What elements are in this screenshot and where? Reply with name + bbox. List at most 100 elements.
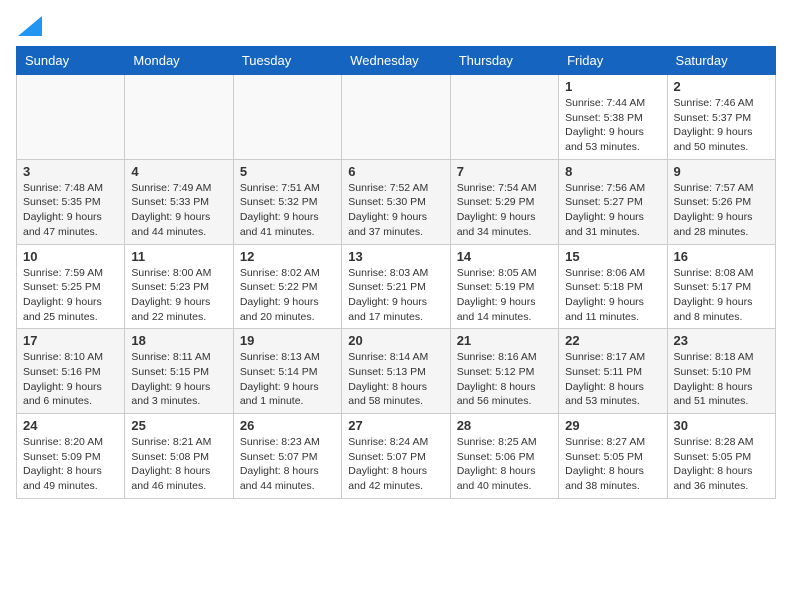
calendar-table: SundayMondayTuesdayWednesdayThursdayFrid… — [16, 46, 776, 499]
day-info: Sunrise: 8:28 AM Sunset: 5:05 PM Dayligh… — [674, 435, 769, 494]
col-header-saturday: Saturday — [667, 47, 775, 75]
day-number: 15 — [565, 249, 660, 264]
calendar-cell — [233, 75, 341, 160]
day-number: 16 — [674, 249, 769, 264]
day-info: Sunrise: 7:56 AM Sunset: 5:27 PM Dayligh… — [565, 181, 660, 240]
calendar-cell: 23 Sunrise: 8:18 AM Sunset: 5:10 PM Dayli… — [667, 329, 775, 414]
col-header-tuesday: Tuesday — [233, 47, 341, 75]
day-info: Sunrise: 8:17 AM Sunset: 5:11 PM Dayligh… — [565, 350, 660, 409]
day-number: 1 — [565, 79, 660, 94]
day-number: 27 — [348, 418, 443, 433]
day-info: Sunrise: 8:11 AM Sunset: 5:15 PM Dayligh… — [131, 350, 226, 409]
calendar-cell: 24 Sunrise: 8:20 AM Sunset: 5:09 PM Dayli… — [17, 414, 125, 499]
logo-icon — [18, 16, 42, 36]
day-info: Sunrise: 8:06 AM Sunset: 5:18 PM Dayligh… — [565, 266, 660, 325]
day-info: Sunrise: 8:27 AM Sunset: 5:05 PM Dayligh… — [565, 435, 660, 494]
calendar-cell: 6 Sunrise: 7:52 AM Sunset: 5:30 PM Daylig… — [342, 159, 450, 244]
calendar-cell: 10 Sunrise: 7:59 AM Sunset: 5:25 PM Dayli… — [17, 244, 125, 329]
day-number: 24 — [23, 418, 118, 433]
calendar-cell: 22Sunrise: 8:17 AM Sunset: 5:11 PM Dayli… — [559, 329, 667, 414]
calendar-cell — [125, 75, 233, 160]
calendar-cell: 28 Sunrise: 8:25 AM Sunset: 5:06 PM Dayli… — [450, 414, 558, 499]
calendar-cell: 19 Sunrise: 8:13 AM Sunset: 5:14 PM Dayli… — [233, 329, 341, 414]
calendar-cell: 5Sunrise: 7:51 AM Sunset: 5:32 PM Daylig… — [233, 159, 341, 244]
day-number: 25 — [131, 418, 226, 433]
day-number: 20 — [348, 333, 443, 348]
day-info: Sunrise: 8:03 AM Sunset: 5:21 PM Dayligh… — [348, 266, 443, 325]
col-header-sunday: Sunday — [17, 47, 125, 75]
day-info: Sunrise: 8:20 AM Sunset: 5:09 PM Dayligh… — [23, 435, 118, 494]
day-number: 19 — [240, 333, 335, 348]
calendar-cell: 15 Sunrise: 8:06 AM Sunset: 5:18 PM Dayli… — [559, 244, 667, 329]
day-info: Sunrise: 8:08 AM Sunset: 5:17 PM Dayligh… — [674, 266, 769, 325]
day-info: Sunrise: 8:21 AM Sunset: 5:08 PM Dayligh… — [131, 435, 226, 494]
calendar-header-row: SundayMondayTuesdayWednesdayThursdayFrid… — [17, 47, 776, 75]
day-number: 2 — [674, 79, 769, 94]
day-number: 9 — [674, 164, 769, 179]
day-info: Sunrise: 8:25 AM Sunset: 5:06 PM Dayligh… — [457, 435, 552, 494]
day-info: Sunrise: 8:10 AM Sunset: 5:16 PM Dayligh… — [23, 350, 118, 409]
day-info: Sunrise: 8:00 AM Sunset: 5:23 PM Dayligh… — [131, 266, 226, 325]
calendar-cell — [450, 75, 558, 160]
day-info: Sunrise: 8:23 AM Sunset: 5:07 PM Dayligh… — [240, 435, 335, 494]
calendar-cell: 17Sunrise: 8:10 AM Sunset: 5:16 PM Dayli… — [17, 329, 125, 414]
day-number: 12 — [240, 249, 335, 264]
calendar-cell: 26 Sunrise: 8:23 AM Sunset: 5:07 PM Dayli… — [233, 414, 341, 499]
day-number: 3 — [23, 164, 118, 179]
day-info: Sunrise: 7:57 AM Sunset: 5:26 PM Dayligh… — [674, 181, 769, 240]
calendar-cell: 18 Sunrise: 8:11 AM Sunset: 5:15 PM Dayli… — [125, 329, 233, 414]
day-info: Sunrise: 8:02 AM Sunset: 5:22 PM Dayligh… — [240, 266, 335, 325]
day-number: 13 — [348, 249, 443, 264]
calendar-cell: 16 Sunrise: 8:08 AM Sunset: 5:17 PM Dayli… — [667, 244, 775, 329]
calendar-cell: 21 Sunrise: 8:16 AM Sunset: 5:12 PM Dayli… — [450, 329, 558, 414]
calendar-cell: 3 Sunrise: 7:48 AM Sunset: 5:35 PM Daylig… — [17, 159, 125, 244]
calendar-cell: 9 Sunrise: 7:57 AM Sunset: 5:26 PM Daylig… — [667, 159, 775, 244]
calendar-cell: 2 Sunrise: 7:46 AM Sunset: 5:37 PM Daylig… — [667, 75, 775, 160]
day-info: Sunrise: 8:14 AM Sunset: 5:13 PM Dayligh… — [348, 350, 443, 409]
day-number: 28 — [457, 418, 552, 433]
day-info: Sunrise: 8:13 AM Sunset: 5:14 PM Dayligh… — [240, 350, 335, 409]
day-number: 18 — [131, 333, 226, 348]
calendar-week-1: 3 Sunrise: 7:48 AM Sunset: 5:35 PM Daylig… — [17, 159, 776, 244]
day-number: 7 — [457, 164, 552, 179]
day-number: 14 — [457, 249, 552, 264]
day-number: 30 — [674, 418, 769, 433]
day-number: 21 — [457, 333, 552, 348]
day-info: Sunrise: 7:51 AM Sunset: 5:32 PM Dayligh… — [240, 181, 335, 240]
calendar-cell — [17, 75, 125, 160]
day-number: 23 — [674, 333, 769, 348]
day-number: 26 — [240, 418, 335, 433]
calendar-cell: 8 Sunrise: 7:56 AM Sunset: 5:27 PM Daylig… — [559, 159, 667, 244]
day-number: 10 — [23, 249, 118, 264]
calendar-week-0: 1 Sunrise: 7:44 AM Sunset: 5:38 PM Daylig… — [17, 75, 776, 160]
day-number: 4 — [131, 164, 226, 179]
day-number: 8 — [565, 164, 660, 179]
day-number: 6 — [348, 164, 443, 179]
day-info: Sunrise: 7:48 AM Sunset: 5:35 PM Dayligh… — [23, 181, 118, 240]
calendar-cell: 20 Sunrise: 8:14 AM Sunset: 5:13 PM Dayli… — [342, 329, 450, 414]
calendar-cell: 12 Sunrise: 8:02 AM Sunset: 5:22 PM Dayli… — [233, 244, 341, 329]
day-info: Sunrise: 7:49 AM Sunset: 5:33 PM Dayligh… — [131, 181, 226, 240]
day-info: Sunrise: 8:18 AM Sunset: 5:10 PM Dayligh… — [674, 350, 769, 409]
calendar-week-4: 24 Sunrise: 8:20 AM Sunset: 5:09 PM Dayli… — [17, 414, 776, 499]
day-info: Sunrise: 8:05 AM Sunset: 5:19 PM Dayligh… — [457, 266, 552, 325]
calendar-week-2: 10 Sunrise: 7:59 AM Sunset: 5:25 PM Dayli… — [17, 244, 776, 329]
day-info: Sunrise: 7:59 AM Sunset: 5:25 PM Dayligh… — [23, 266, 118, 325]
day-number: 29 — [565, 418, 660, 433]
day-info: Sunrise: 7:54 AM Sunset: 5:29 PM Dayligh… — [457, 181, 552, 240]
calendar-cell: 14 Sunrise: 8:05 AM Sunset: 5:19 PM Dayli… — [450, 244, 558, 329]
day-info: Sunrise: 7:44 AM Sunset: 5:38 PM Dayligh… — [565, 96, 660, 155]
col-header-monday: Monday — [125, 47, 233, 75]
col-header-friday: Friday — [559, 47, 667, 75]
day-info: Sunrise: 7:46 AM Sunset: 5:37 PM Dayligh… — [674, 96, 769, 155]
day-info: Sunrise: 8:24 AM Sunset: 5:07 PM Dayligh… — [348, 435, 443, 494]
day-info: Sunrise: 7:52 AM Sunset: 5:30 PM Dayligh… — [348, 181, 443, 240]
day-info: Sunrise: 8:16 AM Sunset: 5:12 PM Dayligh… — [457, 350, 552, 409]
page-header — [16, 16, 776, 36]
calendar-cell: 25 Sunrise: 8:21 AM Sunset: 5:08 PM Dayli… — [125, 414, 233, 499]
calendar-cell: 29 Sunrise: 8:27 AM Sunset: 5:05 PM Dayli… — [559, 414, 667, 499]
col-header-thursday: Thursday — [450, 47, 558, 75]
calendar-cell: 30 Sunrise: 8:28 AM Sunset: 5:05 PM Dayli… — [667, 414, 775, 499]
calendar-cell: 4 Sunrise: 7:49 AM Sunset: 5:33 PM Daylig… — [125, 159, 233, 244]
calendar-cell: 11Sunrise: 8:00 AM Sunset: 5:23 PM Dayli… — [125, 244, 233, 329]
